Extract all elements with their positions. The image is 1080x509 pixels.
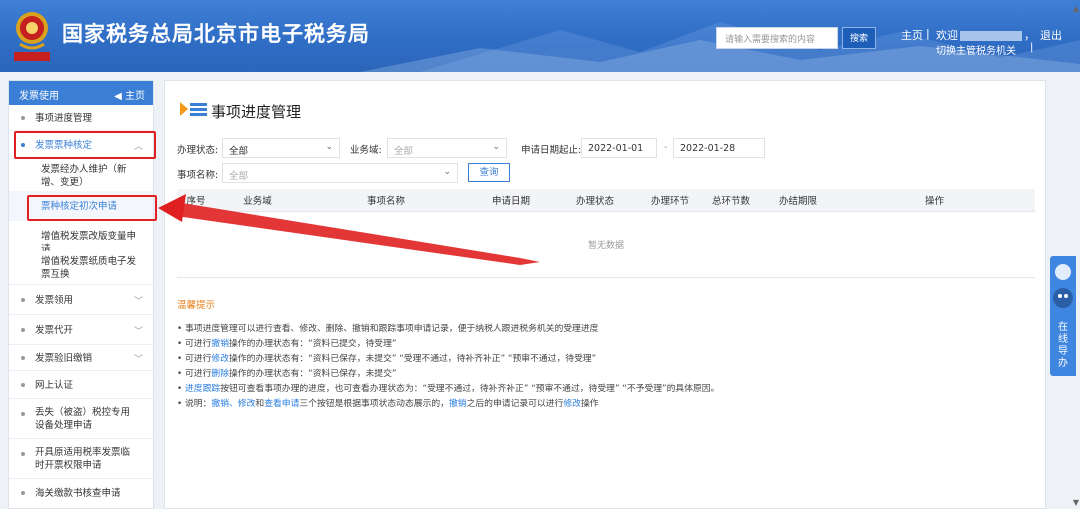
annotation-arrow [158,194,540,265]
online-guide-label: 在线导办 [1058,322,1068,369]
online-guide-tab[interactable]: 在线导办 [1050,256,1076,376]
scroll-up-icon[interactable]: ▲ [1073,4,1079,13]
scroll-down-icon[interactable]: ▼ [1073,498,1079,507]
robot-assistant-icon [1053,264,1073,308]
